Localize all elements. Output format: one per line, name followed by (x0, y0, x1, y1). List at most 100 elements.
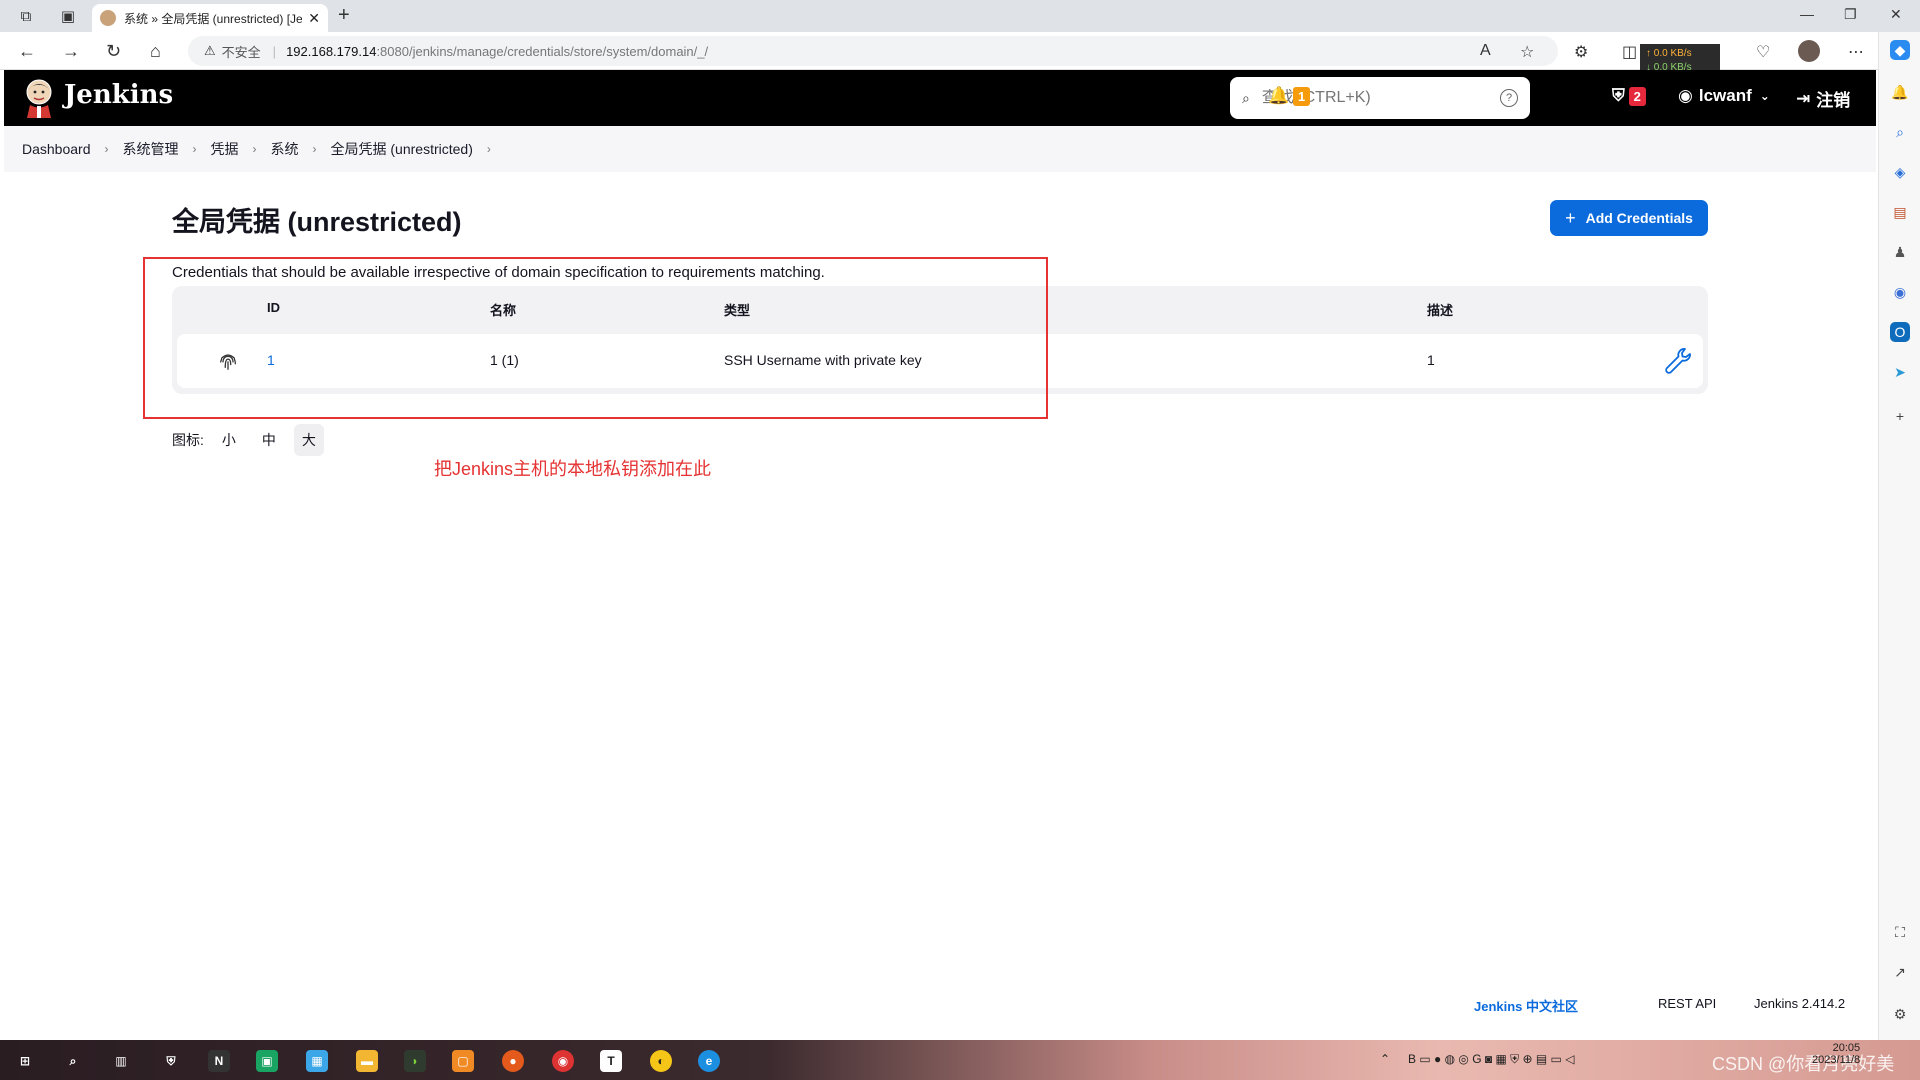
icon-size-label: 图标: (172, 432, 204, 448)
security-button[interactable]: ⛨ 2 (1612, 86, 1646, 106)
notifications-button[interactable]: 🔔 1 (1268, 86, 1311, 106)
games-icon[interactable]: ♟ (1890, 242, 1910, 262)
split-screen-icon[interactable]: ◫ (1622, 42, 1637, 62)
shield-icon: ⛨ (1612, 86, 1625, 105)
chevron-right-icon: › (252, 142, 257, 156)
version-link[interactable]: Jenkins 2.414.2 (1754, 996, 1845, 1011)
security-label: 不安全 (221, 44, 261, 60)
page-title: 全局凭据 (unrestricted) (172, 207, 462, 237)
user-name: lcwanf (1698, 86, 1752, 105)
office-icon[interactable]: ◉ (1890, 282, 1910, 302)
outlook-icon[interactable]: O (1890, 322, 1910, 342)
breadcrumb-dashboard[interactable]: Dashboard (22, 141, 91, 157)
browser-tab[interactable]: 系统 » 全局凭据 (unrestricted) [Je ✕ (92, 4, 328, 32)
chevron-down-icon: ⌄ (1759, 89, 1770, 103)
browser-tab-bar: ⧉ ▣ 系统 » 全局凭据 (unrestricted) [Je ✕ + — ❐… (0, 0, 1920, 32)
url-field[interactable]: ⚠ 不安全 | 192.168.179.14 :8080/jenkins/man… (188, 36, 1558, 66)
typora-icon[interactable]: T (600, 1050, 622, 1072)
app-grid-icon[interactable]: ▦ (306, 1050, 328, 1072)
back-icon[interactable]: ← (18, 41, 36, 62)
screenshot-icon[interactable]: ⛶ (1890, 922, 1910, 942)
close-window-icon[interactable]: ✕ (1890, 6, 1902, 23)
clock-date: 2023/11/8 (1812, 1054, 1861, 1066)
app-red-icon[interactable]: ◉ (552, 1050, 574, 1072)
tray-chevron-icon[interactable]: ⌃ (1380, 1052, 1390, 1066)
restore-icon[interactable]: ❐ (1844, 6, 1857, 23)
clock-time: 20:05 (1832, 1042, 1861, 1054)
refresh-icon[interactable]: ↻ (106, 41, 121, 62)
workspaces-icon[interactable]: ⧉ (16, 6, 36, 26)
search-icon[interactable]: ⌕ (1890, 122, 1910, 142)
csdn-watermark: CSDN @你看月亮好美 (1712, 1054, 1895, 1074)
community-link[interactable]: Jenkins 中文社区 (1474, 996, 1578, 1015)
url-host: 192.168.179.14 (286, 43, 377, 59)
tab-actions-icon[interactable]: ▣ (58, 6, 78, 26)
performance-icon[interactable]: ♡ (1756, 42, 1770, 62)
system-clock[interactable]: 20:05 2023/11/8 (1812, 1042, 1860, 1066)
notification-bell-icon[interactable]: 🔔 (1890, 82, 1910, 102)
search-magnifier-icon: ⌕ (1242, 89, 1250, 106)
notion-icon[interactable]: N (208, 1050, 230, 1072)
breadcrumb-global-credentials[interactable]: 全局凭据 (unrestricted) (331, 139, 473, 159)
add-sidebar-app-icon[interactable]: + (1890, 406, 1910, 426)
favorite-star-icon[interactable]: ☆ (1520, 42, 1534, 62)
column-header-description[interactable]: 描述 (1427, 300, 1453, 319)
edge-sidebar: ◆ 🔔 ⌕ ◈ ▤ ♟ ◉ O ➤ + ⛶ ↗ ⚙ (1878, 32, 1920, 1048)
tab-title: 系统 » 全局凭据 (unrestricted) [Je (124, 11, 303, 26)
icon-size-large[interactable]: 大 (293, 424, 324, 456)
nvidia-icon[interactable]: ◗ (404, 1050, 426, 1072)
file-explorer-icon[interactable]: ▬ (356, 1050, 378, 1072)
security-app-icon[interactable]: ⛨ (160, 1050, 182, 1072)
chevron-right-icon[interactable]: › (487, 142, 491, 156)
add-credentials-label: Add Credentials (1585, 210, 1693, 226)
search-help-icon[interactable]: ? (1500, 89, 1518, 107)
send-icon[interactable]: ➤ (1890, 362, 1910, 382)
jenkins-brand[interactable]: Jenkins (64, 80, 173, 110)
logout-button[interactable]: ⇥ 注销 (1796, 86, 1850, 111)
more-menu-icon[interactable]: ⋯ (1848, 42, 1864, 62)
copilot-icon[interactable]: ◆ (1890, 40, 1910, 60)
breadcrumb-credentials[interactable]: 凭据 (211, 139, 239, 159)
warning-icon: ⚠ (204, 43, 216, 58)
extensions-icon[interactable]: ⚙ (1574, 42, 1588, 62)
sidebar-settings-icon[interactable]: ⚙ (1890, 1004, 1910, 1024)
close-tab-icon[interactable]: ✕ (308, 10, 320, 27)
new-tab-icon[interactable]: + (338, 4, 350, 27)
icon-size-small[interactable]: 小 (214, 424, 244, 456)
tools-icon[interactable]: ▤ (1890, 202, 1910, 222)
task-view-icon[interactable]: ▥ (110, 1050, 132, 1072)
icon-size-medium[interactable]: 中 (254, 424, 284, 456)
tray-app-icons[interactable]: B ▭ ● ◍ ◎ G ◙ ▦ ⛨ ⊕ ▤ ▭ ◁ (1408, 1052, 1574, 1067)
taskbar-search-icon[interactable]: ⌕ (62, 1050, 84, 1072)
breadcrumb: Dashboard › 系统管理 › 凭据 › 系统 › 全局凭据 (unres… (4, 126, 1876, 172)
app-yellow-icon[interactable]: ◐ (650, 1050, 672, 1072)
profile-avatar[interactable] (1798, 40, 1820, 62)
jenkins-logo-icon[interactable] (22, 78, 56, 118)
breadcrumb-system[interactable]: 系统 (271, 139, 299, 159)
minimize-icon[interactable]: — (1800, 6, 1814, 22)
user-icon: ◉ (1678, 86, 1693, 105)
credential-description: 1 (1427, 352, 1435, 368)
shopping-tag-icon[interactable]: ◈ (1890, 162, 1910, 182)
bell-icon: 🔔 (1268, 86, 1290, 105)
start-icon[interactable]: ⊞ (14, 1050, 36, 1072)
user-menu[interactable]: ◉ lcwanf ⌄ (1678, 86, 1770, 106)
wechat-app-icon[interactable]: ▣ (256, 1050, 278, 1072)
open-external-icon[interactable]: ↗ (1890, 962, 1910, 982)
chevron-right-icon: › (104, 142, 109, 156)
add-credentials-button[interactable]: + Add Credentials (1550, 200, 1708, 236)
forward-icon[interactable]: → (62, 41, 80, 62)
firefox-icon[interactable]: ● (502, 1050, 524, 1072)
wrench-icon[interactable] (1663, 346, 1693, 376)
edge-browser-icon[interactable]: e (698, 1050, 720, 1072)
read-aloud-icon[interactable]: A (1480, 42, 1491, 60)
plus-icon: + (1565, 207, 1576, 228)
breadcrumb-manage[interactable]: 系统管理 (123, 139, 179, 159)
rest-api-link[interactable]: REST API (1658, 996, 1716, 1011)
app-orange-icon[interactable]: ▢ (452, 1050, 474, 1072)
logout-label: 注销 (1816, 91, 1851, 110)
notifications-badge: 1 (1293, 86, 1311, 106)
windows-taskbar: ⊞ ⌕ ▥ ⛨ N ▣ ▦ ▬ ◗ ▢ ● ◉ T ◐ e ⌃ B ▭ ● ◍ … (0, 1040, 1920, 1080)
home-icon[interactable]: ⌂ (150, 41, 161, 62)
chevron-right-icon: › (312, 142, 317, 156)
